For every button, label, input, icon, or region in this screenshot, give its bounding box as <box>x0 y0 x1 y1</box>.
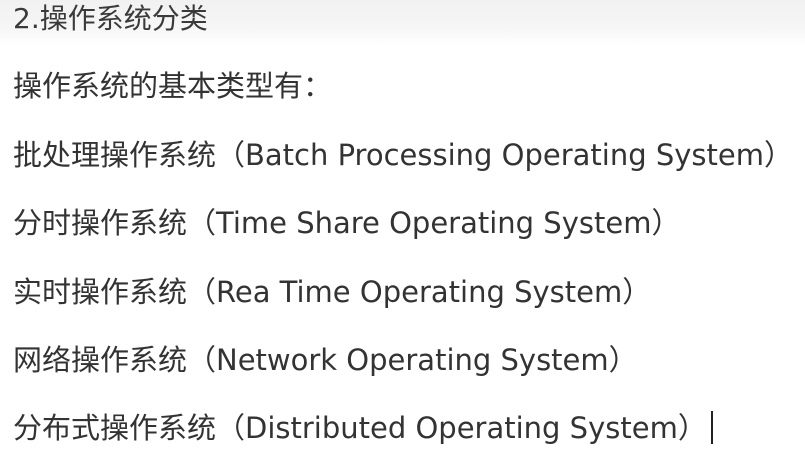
list-item: 分时操作系统（Time Share Operating System） <box>13 206 681 240</box>
list-item: 网络操作系统（Network Operating System） <box>13 343 638 377</box>
list-item: 分布式操作系统（Distributed Operating System） <box>13 411 707 445</box>
section-heading: 2.操作系统分类 <box>13 2 208 35</box>
text-cursor <box>710 411 713 444</box>
list-item: 实时操作系统（Rea Time Operating System） <box>13 275 652 309</box>
list-item: 批处理操作系统（Batch Processing Operating Syste… <box>13 138 793 172</box>
intro-text: 操作系统的基本类型有： <box>13 69 333 103</box>
list-item-last: 分布式操作系统（Distributed Operating System） <box>13 410 713 446</box>
